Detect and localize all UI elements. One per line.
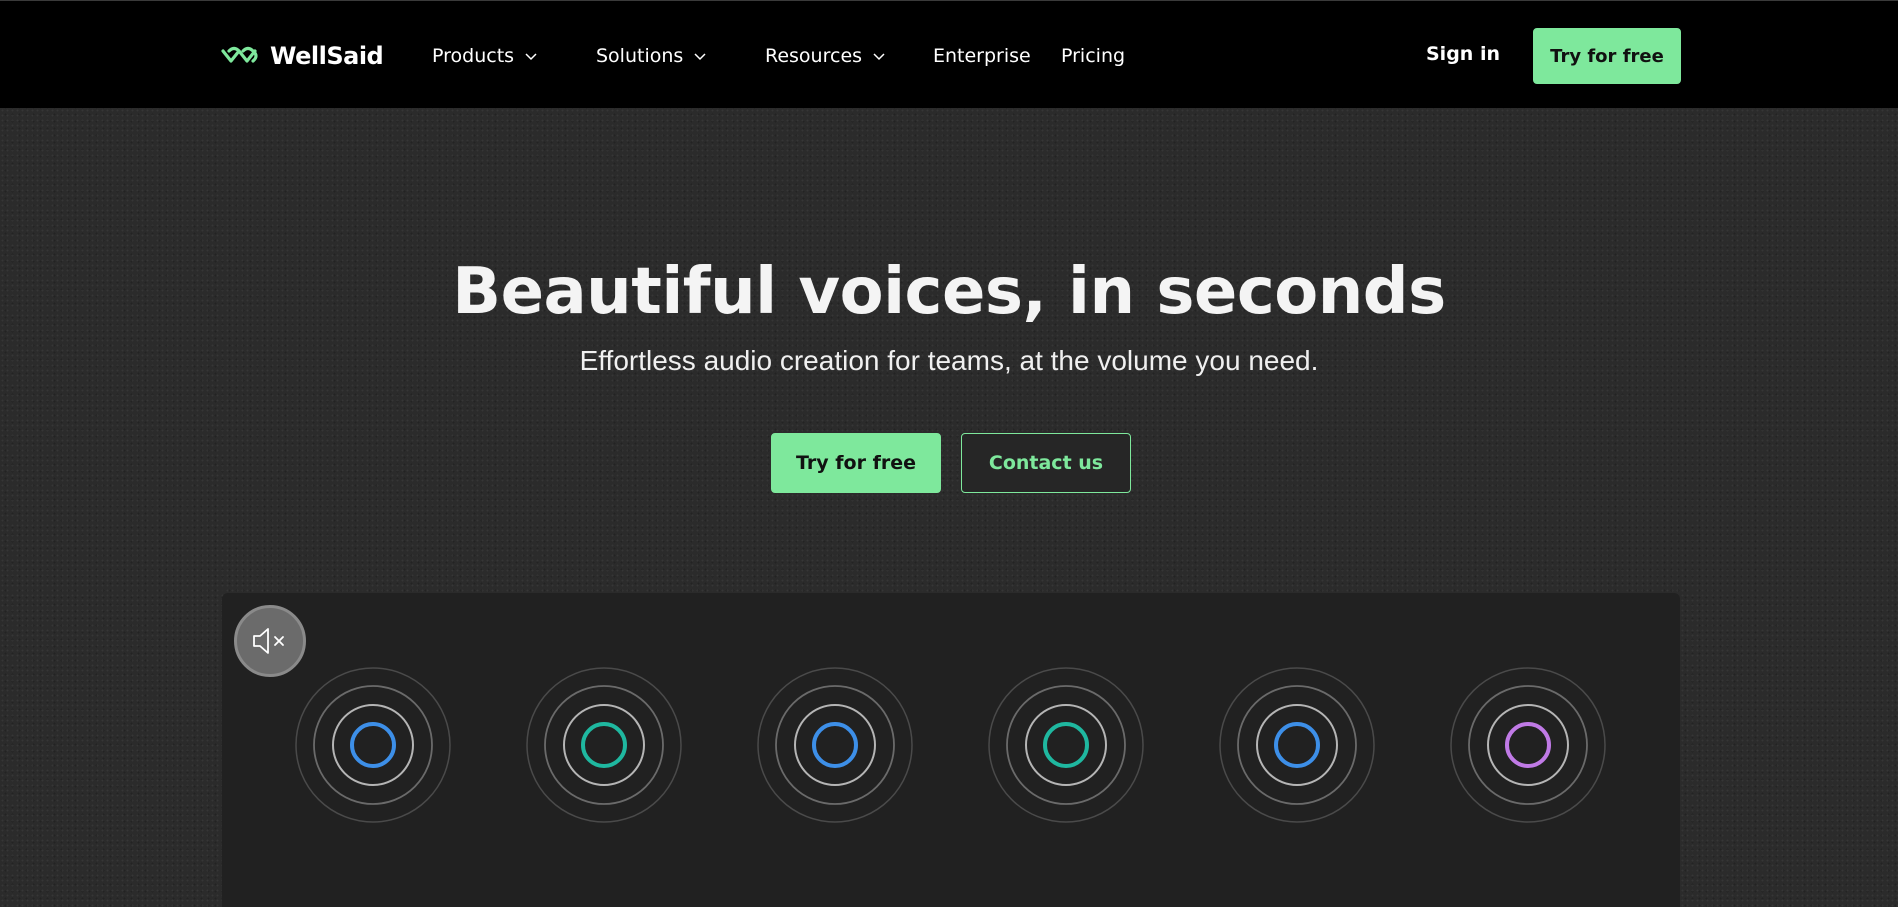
- voice-sample-1[interactable]: [288, 660, 458, 830]
- voice-sample-3[interactable]: [750, 660, 920, 830]
- voice-outer-ring: [775, 685, 895, 805]
- nav-solutions[interactable]: Solutions: [596, 43, 707, 69]
- voice-outer-ring: [1487, 704, 1569, 786]
- nav-resources-label: Resources: [765, 45, 863, 67]
- voice-sample-5[interactable]: [1212, 660, 1382, 830]
- hero-subtitle: Effortless audio creation for teams, at …: [579, 345, 1319, 376]
- voice-outer-ring: [1450, 667, 1606, 823]
- nav-solutions-label: Solutions: [596, 45, 684, 67]
- voice-outer-ring: [988, 667, 1144, 823]
- speaker-muted-icon: [253, 628, 284, 654]
- chevron-down-icon: [873, 53, 885, 61]
- voice-outer-ring: [1025, 704, 1107, 786]
- nav-products-label: Products: [432, 45, 515, 67]
- voice-ring-icon: [1219, 667, 1375, 823]
- chevron-down-icon: [525, 53, 537, 61]
- voice-outer-ring: [1237, 685, 1357, 805]
- voice-core-ring: [812, 722, 858, 768]
- voice-ring-icon: [526, 667, 682, 823]
- voice-outer-ring: [1468, 685, 1588, 805]
- nav-pricing-label: Pricing: [1061, 45, 1126, 67]
- contact-us-button[interactable]: Contact us: [961, 433, 1131, 493]
- voice-outer-ring: [1219, 667, 1375, 823]
- nav-enterprise[interactable]: Enterprise: [933, 43, 1031, 69]
- voice-core-ring: [1505, 722, 1551, 768]
- nav-pricing[interactable]: Pricing: [1061, 43, 1125, 69]
- voice-sample-6[interactable]: [1443, 660, 1613, 830]
- voice-outer-ring: [313, 685, 433, 805]
- nav-enterprise-label: Enterprise: [933, 45, 1031, 67]
- voice-outer-ring: [526, 667, 682, 823]
- voice-outer-ring: [544, 685, 664, 805]
- nav-products[interactable]: Products: [432, 43, 538, 69]
- voice-ring-icon: [988, 667, 1144, 823]
- voice-outer-ring: [295, 667, 451, 823]
- chevron-down-icon: [694, 53, 706, 61]
- voice-outer-ring: [1006, 685, 1126, 805]
- voice-core-ring: [1043, 722, 1089, 768]
- voice-core-ring: [1274, 722, 1320, 768]
- sign-in-link[interactable]: Sign in: [1426, 43, 1500, 65]
- hero-try-free-button[interactable]: Try for free: [771, 433, 941, 493]
- hero-title: Beautiful voices, in seconds: [452, 255, 1446, 329]
- top-navigation-bar: WellSaid Products Solutions Resources En…: [0, 0, 1898, 108]
- voice-core-ring: [581, 722, 627, 768]
- brand-name: WellSaid: [270, 42, 384, 70]
- wellsaid-logo-icon: [220, 45, 262, 67]
- nav-resources[interactable]: Resources: [765, 43, 886, 69]
- voice-sample-4[interactable]: [981, 660, 1151, 830]
- voice-ring-icon: [295, 667, 451, 823]
- voice-sample-2[interactable]: [519, 660, 689, 830]
- voice-core-ring: [350, 722, 396, 768]
- voice-ring-icon: [757, 667, 913, 823]
- voice-outer-ring: [563, 704, 645, 786]
- voice-outer-ring: [332, 704, 414, 786]
- voice-outer-ring: [794, 704, 876, 786]
- voice-ring-icon: [1450, 667, 1606, 823]
- header-try-free-button[interactable]: Try for free: [1533, 28, 1681, 84]
- voice-outer-ring: [1256, 704, 1338, 786]
- voice-outer-ring: [757, 667, 913, 823]
- brand-logo[interactable]: WellSaid: [220, 39, 384, 73]
